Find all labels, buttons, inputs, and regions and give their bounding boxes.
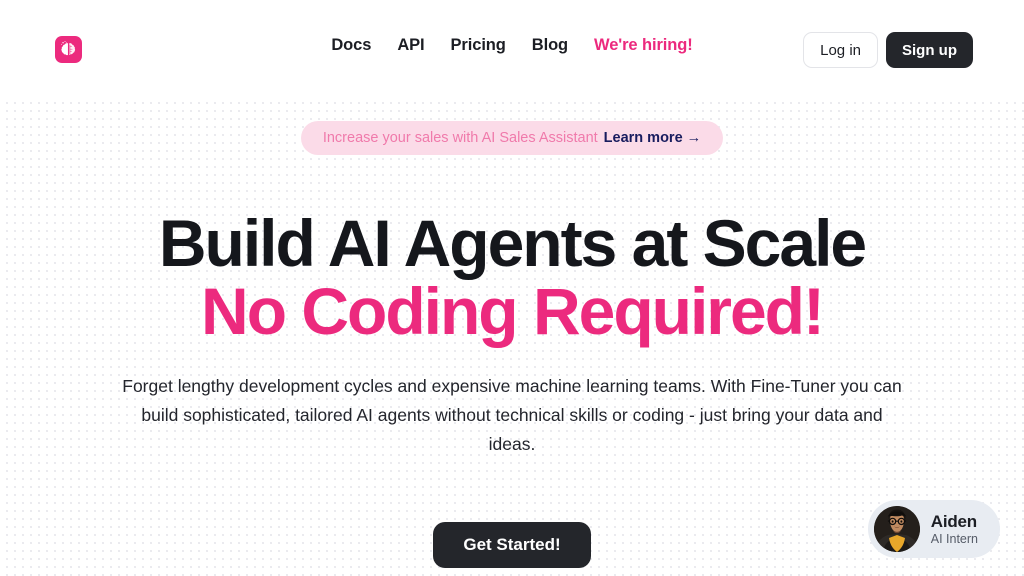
nav-link-docs[interactable]: Docs (331, 36, 371, 55)
chat-assistant-name: Aiden (930, 511, 977, 531)
nav-link-api[interactable]: API (397, 36, 424, 55)
chat-assistant-widget[interactable]: Aiden AI Intern (867, 500, 1000, 558)
nav-link-were-hiring[interactable]: We're hiring! (594, 36, 693, 55)
announcement-pill[interactable]: Increase your sales with AI Sales Assist… (300, 121, 724, 155)
site-header: Docs API Pricing Blog We're hiring! Log … (0, 0, 1024, 96)
chat-widget-text: Aiden AI Intern (931, 512, 978, 547)
landing-page: Docs API Pricing Blog We're hiring! Log … (0, 0, 1024, 576)
announcement-text: Increase your sales with AI Sales Assist… (322, 130, 598, 146)
announcement-learn-more-link[interactable]: Learn more → (604, 130, 702, 146)
nav-link-blog[interactable]: Blog (532, 36, 568, 55)
signup-button[interactable]: Sign up (886, 32, 973, 68)
chat-assistant-role: AI Intern (930, 531, 978, 546)
nav-link-pricing[interactable]: Pricing (451, 36, 506, 55)
hero-section: Build AI Agents at Scale No Coding Requi… (0, 210, 1024, 459)
login-button[interactable]: Log in (803, 32, 878, 68)
page-title: Build AI Agents at Scale (158, 206, 867, 280)
auth-button-group: Log in Sign up (803, 32, 973, 68)
page-subtitle-accent: No Coding Required! (201, 274, 825, 348)
hero-description: Forget lengthy development cycles and ex… (122, 376, 902, 454)
announcement-bar: Increase your sales with AI Sales Assist… (0, 121, 1024, 155)
avatar (873, 506, 920, 552)
get-started-button[interactable]: Get Started! (433, 522, 591, 568)
